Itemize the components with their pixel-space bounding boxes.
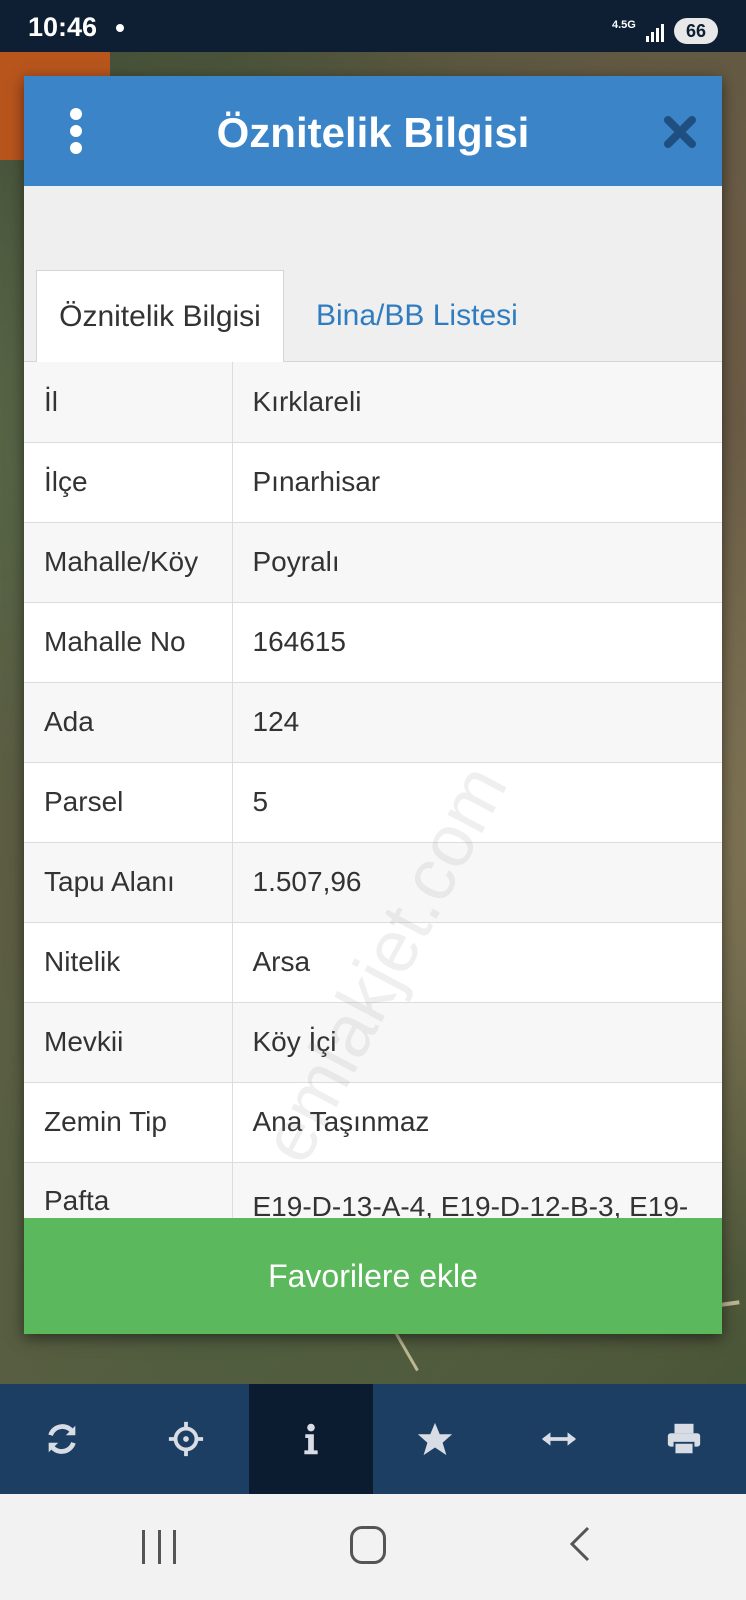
table-row: Tapu Alanı 1.507,96 xyxy=(24,842,722,922)
row-key: Zemin Tip xyxy=(24,1082,233,1162)
table-row: Mahalle No 164615 xyxy=(24,602,722,682)
row-value: Kırklareli xyxy=(252,385,362,417)
back-icon[interactable] xyxy=(560,1524,600,1564)
bottom-toolbar xyxy=(0,1384,746,1494)
table-row: Nitelik Arsa xyxy=(24,922,722,1002)
locate-icon[interactable] xyxy=(124,1384,248,1494)
close-icon[interactable] xyxy=(660,112,700,152)
table-row: İl Kırklareli xyxy=(24,362,722,442)
notification-dot-icon xyxy=(116,24,124,32)
row-key: İl xyxy=(24,362,233,442)
row-key: İlçe xyxy=(24,442,233,522)
row-key: Mahalle/Köy xyxy=(24,522,233,602)
attribute-table: İl Kırklareli İlçe Pınarhisar Mahalle/Kö… xyxy=(24,362,722,1285)
dialog-title: Öznitelik Bilgisi xyxy=(216,109,530,156)
table-row: Mevkii Köy İçi xyxy=(24,1002,722,1082)
print-icon[interactable] xyxy=(622,1384,746,1494)
row-key: Nitelik xyxy=(24,922,233,1002)
tab-building-list[interactable]: Bina/BB Listesi xyxy=(296,270,538,362)
tab-attribute-info[interactable]: Öznitelik Bilgisi xyxy=(36,270,284,362)
row-key: Mevkii xyxy=(24,1002,233,1082)
row-value: 124 xyxy=(252,706,300,737)
status-bar: 10:46 4.5G 66 xyxy=(0,0,746,52)
signal-icon xyxy=(646,22,664,42)
home-icon[interactable] xyxy=(350,1526,386,1564)
table-row: Mahalle/Köy Poyralı xyxy=(24,522,722,602)
row-value: Poyralı xyxy=(252,546,340,577)
measure-icon[interactable] xyxy=(497,1384,621,1494)
row-value: Ana Taşınmaz xyxy=(252,1106,430,1137)
row-value: 5 xyxy=(252,786,269,817)
more-vert-icon[interactable] xyxy=(68,108,84,154)
row-value: 1.507,96 xyxy=(252,866,362,897)
tab-strip: Öznitelik Bilgisi Bina/BB Listesi xyxy=(24,186,722,362)
row-value: Arsa xyxy=(252,946,311,977)
row-value: Köy İçi xyxy=(252,1026,337,1057)
dialog-header: Öznitelik Bilgisi xyxy=(24,76,722,186)
refresh-icon[interactable] xyxy=(0,1384,124,1494)
row-key: Tapu Alanı xyxy=(24,842,233,922)
attribute-dialog: Öznitelik Bilgisi Öznitelik Bilgisi Bina… xyxy=(24,76,722,1334)
battery-icon: 66 xyxy=(674,18,718,44)
row-key: Parsel xyxy=(24,762,233,842)
table-row: Zemin Tip Ana Taşınmaz xyxy=(24,1082,722,1162)
table-row: Parsel 5 xyxy=(24,762,722,842)
status-time: 10:46 xyxy=(28,12,98,42)
table-row: İlçe Pınarhisar xyxy=(24,442,722,522)
system-nav-bar xyxy=(0,1494,746,1600)
star-icon[interactable] xyxy=(373,1384,497,1494)
row-value: Pınarhisar xyxy=(252,466,381,497)
network-type: 4.5G xyxy=(612,19,636,31)
row-value: 164615 xyxy=(252,626,346,657)
recent-apps-icon[interactable] xyxy=(142,1530,176,1564)
row-key: Mahalle No xyxy=(24,602,233,682)
row-key: Ada xyxy=(24,682,233,762)
table-row: Ada 124 xyxy=(24,682,722,762)
info-icon[interactable] xyxy=(248,1384,373,1494)
add-favorite-button[interactable]: Favorilere ekle xyxy=(24,1218,722,1334)
